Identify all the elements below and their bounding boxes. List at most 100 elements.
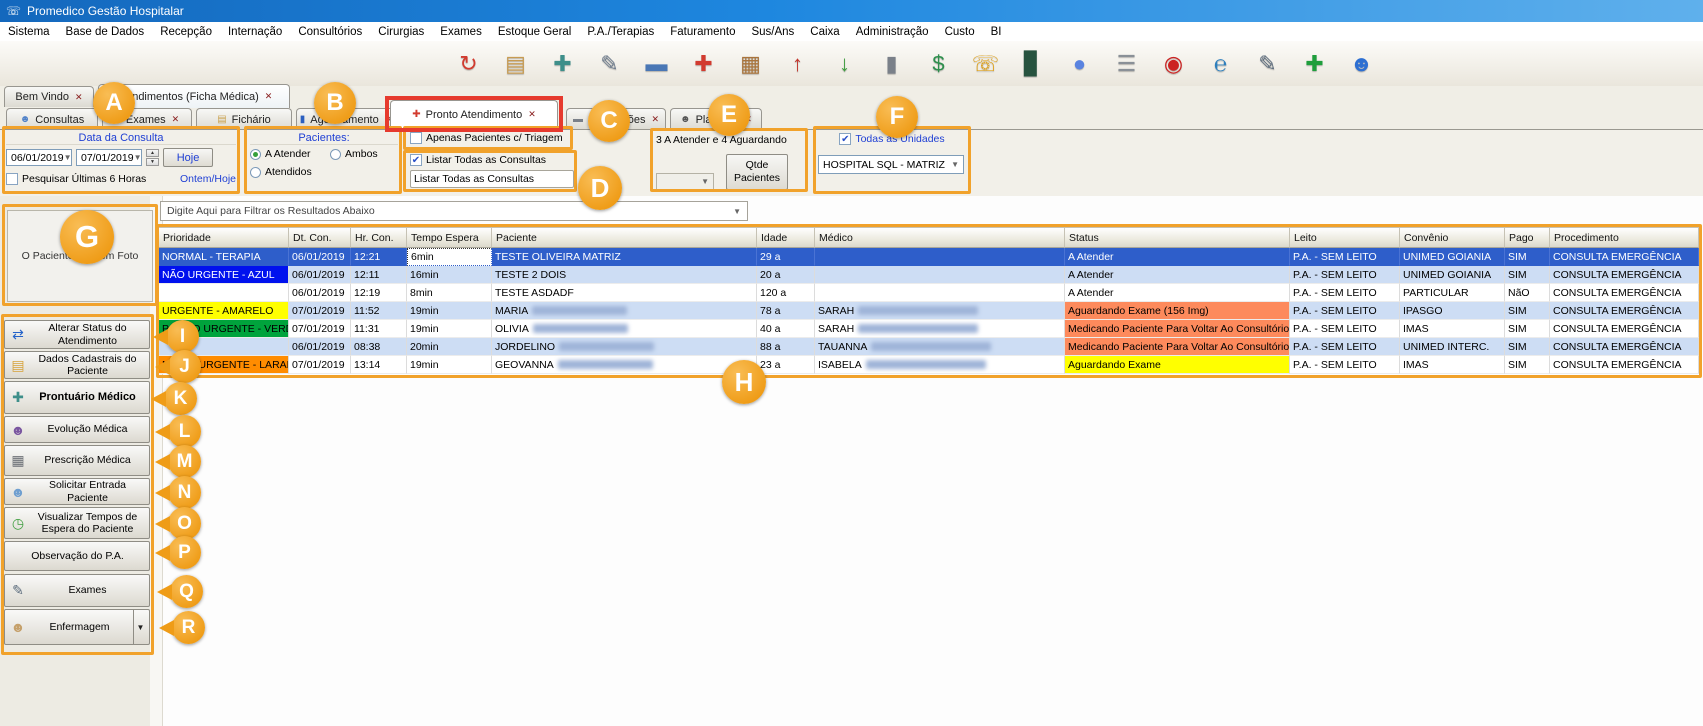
- menu-item-sus-ans[interactable]: Sus/Ans: [743, 24, 802, 40]
- menu-item-faturamento[interactable]: Faturamento: [662, 24, 743, 40]
- health-record-icon[interactable]: ✚: [1298, 51, 1331, 77]
- exam-request-icon[interactable]: ✎: [1251, 51, 1284, 77]
- column-header-tempo-espera[interactable]: Tempo Espera: [407, 227, 492, 248]
- ledger-icon[interactable]: ▊: [1016, 51, 1049, 77]
- menu-item-recep-o[interactable]: Recepção: [152, 24, 220, 40]
- radio-option-atendidos[interactable]: Atendidos: [250, 166, 350, 178]
- patient-records-icon[interactable]: ▤: [499, 51, 532, 77]
- column-header-leito[interactable]: Leito: [1290, 227, 1400, 248]
- hospital-bed-icon[interactable]: ▬: [640, 51, 673, 77]
- column-header-prioridade[interactable]: Prioridade: [159, 227, 289, 248]
- column-header-paciente[interactable]: Paciente: [492, 227, 757, 248]
- spinner-down-button[interactable]: ▼: [146, 158, 159, 166]
- menu-item-custo[interactable]: Custo: [937, 24, 983, 40]
- menu-item-administra-o[interactable]: Administração: [848, 24, 937, 40]
- table-row[interactable]: NORMAL - TERAPIA06/01/201912:216minTESTE…: [159, 248, 1699, 266]
- todas-unidades-checkbox[interactable]: ✔: [839, 133, 851, 145]
- grid-filter-combo[interactable]: Digite Aqui para Filtrar os Resultados A…: [160, 201, 748, 221]
- subtab-consultas[interactable]: ☻Consultas: [6, 108, 98, 130]
- cell-text: UNIMED INTERC.: [1403, 341, 1489, 353]
- menu-item-consult-rios[interactable]: Consultórios: [290, 24, 370, 40]
- revenue-up-icon[interactable]: ↑: [781, 51, 814, 77]
- radio-ambos[interactable]: [330, 149, 341, 160]
- dropdown-arrow-icon[interactable]: ▼: [133, 610, 147, 644]
- radio-atendidos[interactable]: [250, 167, 261, 178]
- menu-item-exames[interactable]: Exames: [432, 24, 490, 40]
- table-row[interactable]: URGENTE - AMARELO07/01/201911:5219minMAR…: [159, 302, 1699, 320]
- ontem-hoje-link[interactable]: Ontem/Hoje: [180, 173, 236, 185]
- sidebar-button-observa-o-do-p-a[interactable]: Observação do P.A.: [4, 541, 150, 571]
- ambulance-icon[interactable]: ✚: [687, 51, 720, 77]
- power-icon[interactable]: ◉: [1157, 51, 1190, 77]
- annotation-letter-i: I: [166, 320, 199, 353]
- column-header-m-dico[interactable]: Médico: [815, 227, 1065, 248]
- sidebar-button-dados-cadastrais-do-paciente[interactable]: ▤Dados Cadastrais do Paciente: [4, 351, 150, 379]
- invoice-icon[interactable]: ☰: [1110, 51, 1143, 77]
- safe-icon[interactable]: ▮: [875, 51, 908, 77]
- column-header-hr-con[interactable]: Hr. Con.: [351, 227, 407, 248]
- column-header-status[interactable]: Status: [1065, 227, 1290, 248]
- tab-bem-vindo[interactable]: Bem Vindo✕: [4, 86, 94, 107]
- cell-dt-con: 07/01/2019: [289, 320, 351, 338]
- date-from-input[interactable]: 06/01/2019 ▼: [6, 149, 72, 166]
- close-icon[interactable]: ✕: [265, 91, 273, 102]
- column-header-procedimento[interactable]: Procedimento: [1550, 227, 1699, 248]
- pesquisar-ultimas-checkbox[interactable]: [6, 173, 18, 185]
- radio-a-atender[interactable]: [250, 149, 261, 160]
- subtab-fich-rio[interactable]: ▤Fichário: [196, 108, 292, 130]
- listar-consultas-button[interactable]: Listar Todas as Consultas: [410, 170, 574, 188]
- qtde-combo[interactable]: ▼: [656, 173, 714, 190]
- menu-item-estoque-geral[interactable]: Estoque Geral: [490, 24, 580, 40]
- subtab-pronto-atendimento[interactable]: ✚Pronto Atendimento✕: [390, 100, 558, 128]
- menu-item-p-a-terapias[interactable]: P.A./Terapias: [579, 24, 662, 40]
- table-row[interactable]: 06/01/201912:198minTESTE ASDADF120 aA At…: [159, 284, 1699, 302]
- spinner-up-button[interactable]: ▲: [146, 149, 159, 157]
- triagem-checkbox[interactable]: [410, 132, 422, 144]
- refresh-attendance-icon[interactable]: ↻: [452, 51, 485, 77]
- e-invoice-icon[interactable]: ℮: [1204, 51, 1237, 77]
- contacts-icon[interactable]: ☻: [1345, 51, 1378, 77]
- unidade-select[interactable]: HOSPITAL SQL - MATRIZ ▼: [818, 155, 964, 174]
- phone-book-icon[interactable]: ☏: [969, 51, 1002, 77]
- revenue-down-icon[interactable]: ↓: [828, 51, 861, 77]
- column-header-dt-con[interactable]: Dt. Con.: [289, 227, 351, 248]
- doctor-icon[interactable]: ✚: [546, 51, 579, 77]
- sidebar-button-prontu-rio-m-dico[interactable]: ✚Prontuário Médico: [4, 381, 150, 414]
- sidebar-button-alterar-status-do-atendimento[interactable]: ⇄Alterar Status do Atendimento: [4, 320, 150, 349]
- billing-calculator-icon[interactable]: $: [922, 51, 955, 77]
- close-icon[interactable]: ✕: [172, 114, 180, 125]
- column-header-conv-nio[interactable]: Convênio: [1400, 227, 1505, 248]
- sidebar-button-evolu-o-m-dica[interactable]: ☻Evolução Médica: [4, 416, 150, 443]
- listar-consultas-checkbox[interactable]: ✔: [410, 154, 422, 166]
- sidebar-button-prescri-o-m-dica[interactable]: ▦Prescrição Médica: [4, 445, 150, 476]
- qtde-pacientes-button[interactable]: Qtde Pacientes: [726, 154, 788, 190]
- sidebar-button-exames[interactable]: ✎Exames: [4, 574, 150, 607]
- table-row[interactable]: POUCO URGENTE - VERDE07/01/201911:3119mi…: [159, 320, 1699, 338]
- stock-boxes-icon[interactable]: ▦: [734, 51, 767, 77]
- table-row[interactable]: 06/01/201908:3820minJORDELINO88 aTAUANNA…: [159, 338, 1699, 356]
- sidebar-button-enfermagem[interactable]: ☻Enfermagem▼: [4, 609, 150, 645]
- date-from-value: 06/01/2019: [11, 152, 64, 164]
- close-icon[interactable]: ✕: [75, 92, 83, 103]
- close-icon[interactable]: ✕: [528, 109, 536, 120]
- column-header-pago[interactable]: Pago: [1505, 227, 1550, 248]
- radio-option-ambos[interactable]: Ambos: [330, 148, 390, 160]
- medical-form-icon[interactable]: ✎: [593, 51, 626, 77]
- menu-item-base-de-dados[interactable]: Base de Dados: [58, 24, 153, 40]
- column-header-idade[interactable]: Idade: [757, 227, 815, 248]
- sidebar-button-solicitar-entrada-paciente[interactable]: ☻Solicitar Entrada Paciente: [4, 478, 150, 505]
- date-to-input[interactable]: 07/01/2019 ▼: [76, 149, 142, 166]
- chat-icon[interactable]: ●: [1063, 51, 1096, 77]
- menu-item-cirurgias[interactable]: Cirurgias: [370, 24, 432, 40]
- menu-item-bi[interactable]: BI: [983, 24, 1010, 40]
- menu-item-caixa[interactable]: Caixa: [802, 24, 847, 40]
- close-icon[interactable]: ✕: [651, 114, 659, 125]
- hoje-button[interactable]: Hoje: [163, 148, 213, 167]
- table-row[interactable]: NÃO URGENTE - AZUL06/01/201912:1116minTE…: [159, 266, 1699, 284]
- sidebar-button-visualizar-tempos-de-espera-do-paciente[interactable]: ◷Visualizar Tempos de Espera do Paciente: [4, 507, 150, 539]
- menu-item-sistema[interactable]: Sistema: [0, 24, 58, 40]
- cell-pago: SIM: [1505, 320, 1550, 338]
- table-row[interactable]: MUITO URGENTE - LARANJA07/01/201913:1419…: [159, 356, 1699, 374]
- menu-item-interna-o[interactable]: Internação: [220, 24, 290, 40]
- radio-option-a-atender[interactable]: A Atender: [250, 148, 330, 160]
